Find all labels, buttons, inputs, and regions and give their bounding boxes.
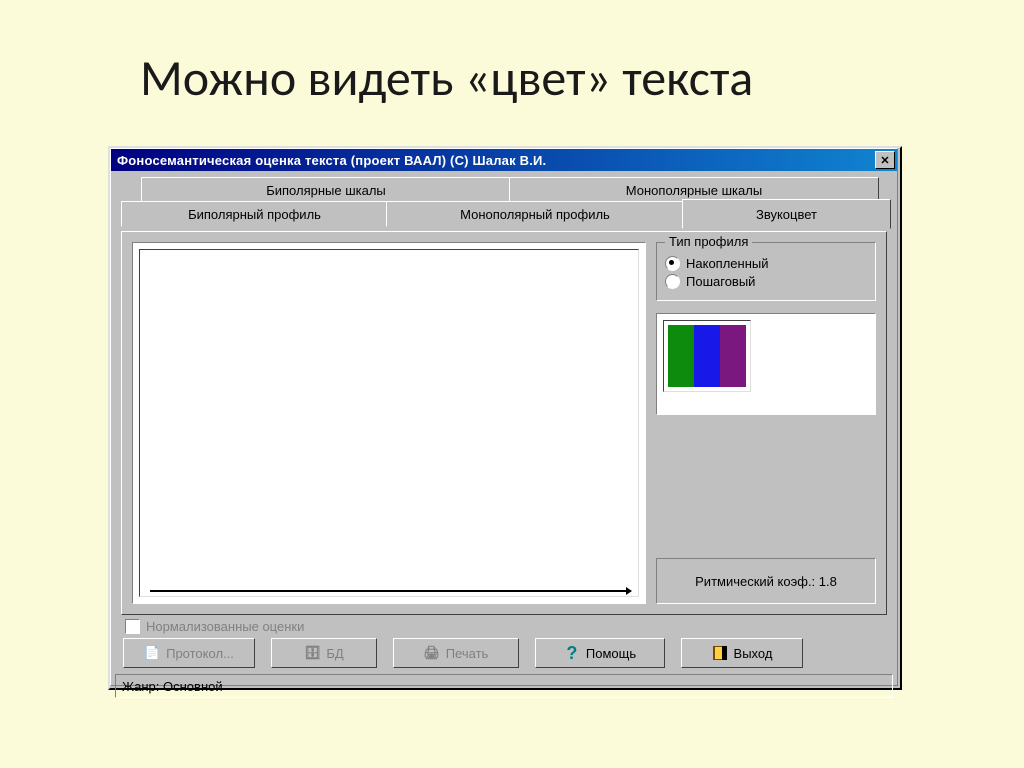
tab-bipolar-profile[interactable]: Биполярный профиль xyxy=(121,201,388,227)
button-label: Протокол... xyxy=(166,646,234,661)
radio-step[interactable]: Пошаговый xyxy=(665,274,867,289)
exit-icon xyxy=(712,645,728,661)
button-label: БД xyxy=(326,646,343,661)
tab-label: Монополярный профиль xyxy=(460,207,610,222)
button-label: Помощь xyxy=(586,646,636,661)
right-column: Тип профиля Накопленный Пошаговый Ритмич… xyxy=(656,242,876,604)
swatch-green xyxy=(668,325,694,387)
app-window: Фоносемантическая оценка текста (проект … xyxy=(108,146,902,690)
titlebar: Фоносемантическая оценка текста (проект … xyxy=(111,149,897,171)
help-icon: ? xyxy=(564,645,580,661)
radio-accumulated[interactable]: Накопленный xyxy=(665,256,867,271)
tabstrip: Биполярные шкалы Монополярные шкалы Бипо… xyxy=(121,177,887,231)
checkbox-icon xyxy=(125,619,140,634)
swatch-blue xyxy=(694,325,720,387)
tab-body: Тип профиля Накопленный Пошаговый Ритмич… xyxy=(121,231,887,615)
tab-label: Монополярные шкалы xyxy=(626,183,762,198)
tab-bipolar-scales[interactable]: Биполярные шкалы xyxy=(141,177,511,203)
printer-icon: 🖨 xyxy=(424,645,440,661)
radio-icon xyxy=(665,256,680,271)
print-button[interactable]: 🖨 Печать xyxy=(393,638,519,668)
tab-label: Биполярные шкалы xyxy=(266,183,386,198)
tab-label: Звукоцвет xyxy=(756,207,817,222)
status-text: Жанр: Основной xyxy=(122,679,223,694)
button-label: Выход xyxy=(734,646,773,661)
exit-button[interactable]: Выход xyxy=(681,638,803,668)
swatch-box xyxy=(656,313,876,415)
tab-monopolar-profile[interactable]: Монополярный профиль xyxy=(386,201,684,227)
chart-canvas xyxy=(139,249,639,597)
normalize-row[interactable]: Нормализованные оценки xyxy=(125,619,883,634)
chart-panel xyxy=(132,242,646,604)
status-bar: Жанр: Основной xyxy=(115,674,893,698)
button-bar: 📄 Протокол... 🗄 БД 🖨 Печать ? Помощь Вых… xyxy=(123,638,885,668)
button-label: Печать xyxy=(446,646,489,661)
radio-label: Накопленный xyxy=(686,256,769,271)
tab-label: Биполярный профиль xyxy=(188,207,321,222)
window-title: Фоносемантическая оценка текста (проект … xyxy=(117,153,875,168)
radio-label: Пошаговый xyxy=(686,274,755,289)
close-button[interactable]: ✕ xyxy=(875,151,895,169)
radio-icon xyxy=(665,274,680,289)
group-legend: Тип профиля xyxy=(665,234,752,249)
coef-box: Ритмический коэф.: 1.8 xyxy=(656,558,876,604)
help-button[interactable]: ? Помощь xyxy=(535,638,665,668)
tab-sound-color[interactable]: Звукоцвет xyxy=(682,199,891,229)
x-axis xyxy=(150,590,628,592)
slide-title: Можно видеть «цвет» текста xyxy=(0,0,1024,109)
swatch-purple xyxy=(720,325,746,387)
database-icon: 🗄 xyxy=(304,645,320,661)
close-icon: ✕ xyxy=(880,154,889,167)
coef-label: Ритмический коэф.: 1.8 xyxy=(695,574,837,589)
normalize-label: Нормализованные оценки xyxy=(146,619,304,634)
profile-type-group: Тип профиля Накопленный Пошаговый xyxy=(656,242,876,301)
document-icon: 📄 xyxy=(144,645,160,661)
protocol-button[interactable]: 📄 Протокол... xyxy=(123,638,255,668)
db-button[interactable]: 🗄 БД xyxy=(271,638,377,668)
